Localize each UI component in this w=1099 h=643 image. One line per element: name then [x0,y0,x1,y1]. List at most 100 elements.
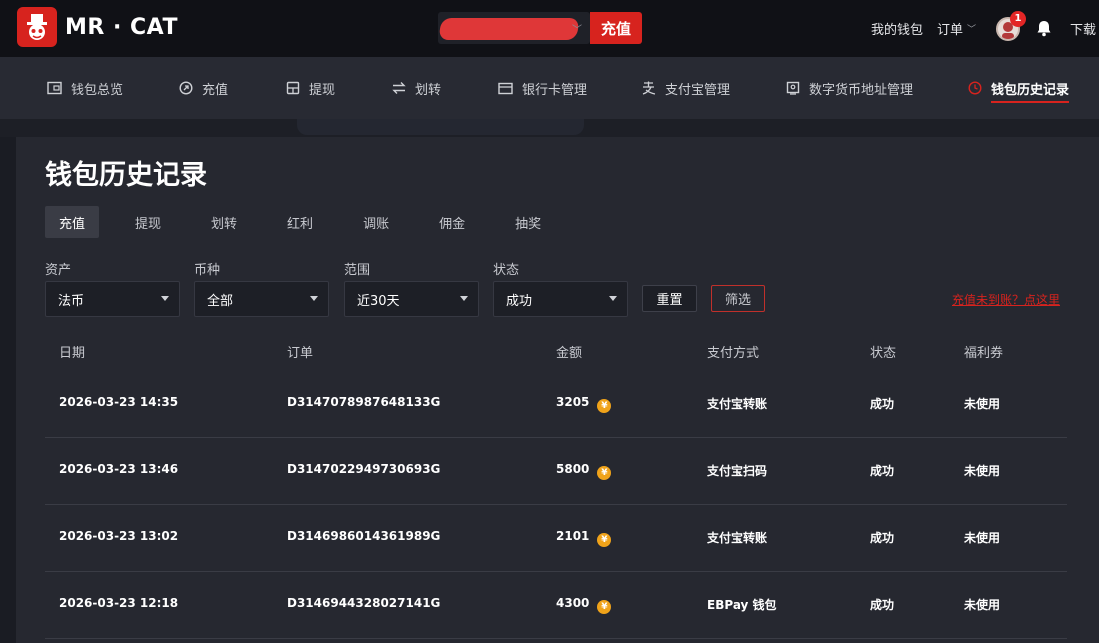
row-method: EBPay 钱包 [707,598,777,612]
wallet-nav: 钱包总览 充值 提现 划转 银行卡管理 支付宝管理 数字货币地址管理 钱包历史记… [0,57,1099,119]
amount-value: 3205 [556,395,590,409]
redacted-account [438,18,580,40]
nav-crypto-address[interactable]: 数字货币地址管理 [786,77,913,99]
nav-recharge[interactable]: 充值 [179,77,228,99]
cat-logo-icon [17,7,57,47]
tab-recharge[interactable]: 充值 [45,206,100,238]
status-label: 状态 [493,263,520,278]
table-row[interactable]: 2026-03-23 12:18 D3146944328027141G 4300… [45,572,1067,639]
nav-label: 支付宝管理 [665,82,731,98]
caret-down-icon [161,296,169,301]
table-row[interactable]: 2026-03-23 13:02 D3146986014361989G 2101… [45,505,1067,572]
nav-transfer[interactable]: 划转 [392,77,441,99]
nav-label: 钱包历史记录 [991,82,1070,98]
tab-withdraw[interactable]: 提现 [121,206,175,238]
col-order: 订单 [287,346,314,361]
recharge-button[interactable]: 充值 [590,12,642,44]
currency-value: 全部 [207,293,234,309]
tab-bonus[interactable]: 红利 [273,206,327,238]
alipay-icon [642,81,656,95]
coin-icon: ¥ [597,466,612,480]
nav-alipay[interactable]: 支付宝管理 [641,77,730,99]
withdraw-icon [286,81,300,95]
row-coupon: 未使用 [964,531,1001,545]
row-coupon: 未使用 [964,397,1001,411]
row-date: 2026-03-23 13:02 [59,529,179,543]
table-header: 日期 订单 金额 支付方式 状态 福利券 [45,335,1067,367]
history-panel: 钱包历史记录 充值 提现 划转 红利 调账 佣金 抽奖 资产 法币 币种 全部 … [16,137,1099,643]
row-order: D3147022949730693G [287,462,441,476]
row-order: D3146986014361989G [287,529,441,543]
user-avatar-button[interactable]: 1 [995,10,1026,41]
nav-label: 提现 [309,82,336,98]
active-underline [991,101,1070,103]
asset-select[interactable]: 法币 [45,281,180,317]
wallet-icon [47,81,62,95]
range-select[interactable]: 近30天 [344,281,479,317]
chevron-down-icon: ﹀ [572,24,582,36]
nav-bank-card[interactable]: 银行卡管理 [498,77,587,99]
row-coupon: 未使用 [964,598,1001,612]
nav-label: 充值 [202,82,229,98]
table-row[interactable]: 2026-03-23 13:46 D3147022949730693G 5800… [45,438,1067,505]
row-status: 成功 [870,464,895,478]
amount-value: 5800 [556,462,590,476]
my-wallet-link[interactable]: 我的钱包 [871,19,923,38]
row-method: 支付宝扫码 [707,464,768,478]
crypto-address-icon [786,81,800,95]
caret-down-icon [310,296,318,301]
caret-down-icon [609,296,617,301]
currency-select[interactable]: 全部 [194,281,329,317]
history-tabs: 充值 提现 划转 红利 调账 佣金 抽奖 [45,206,577,238]
asset-value: 法币 [58,293,85,309]
asset-label: 资产 [45,263,72,278]
brand-name: MR · CAT [65,14,178,40]
col-amount: 金额 [556,346,583,361]
table-row[interactable]: 2026-03-23 14:35 D3147078987648133G 3205… [45,371,1067,438]
orders-menu[interactable]: 订单 ﹀ [937,19,976,38]
row-method: 支付宝转账 [707,397,768,411]
nav-wallet-overview[interactable]: 钱包总览 [47,77,123,99]
row-order: D3146944328027141G [287,596,441,610]
currency-label: 币种 [194,263,221,278]
row-status: 成功 [870,531,895,545]
logo[interactable]: MR · CAT [17,7,178,47]
tab-lottery[interactable]: 抽奖 [501,206,555,238]
status-select[interactable]: 成功 [493,281,628,317]
row-order: D3147078987648133G [287,395,441,409]
page-title: 钱包历史记录 [45,160,207,191]
bell-icon[interactable] [1036,20,1052,37]
range-label: 范围 [344,263,371,278]
row-amount: 4300 ¥ [556,596,612,614]
nav-label: 划转 [415,82,442,98]
row-amount: 5800 ¥ [556,462,612,480]
nav-label: 银行卡管理 [522,82,588,98]
amount-value: 2101 [556,529,590,543]
download-link[interactable]: 下载 [1070,19,1096,38]
tab-adjustment[interactable]: 调账 [349,206,403,238]
status-value: 成功 [506,293,533,309]
row-date: 2026-03-23 12:18 [59,596,179,610]
reset-button[interactable]: 重置 [642,285,697,312]
tab-transfer[interactable]: 划转 [197,206,251,238]
col-coupon: 福利券 [964,346,1004,361]
nav-withdraw[interactable]: 提现 [286,77,335,99]
account-select[interactable]: ﹀ [438,12,590,44]
notification-badge: 1 [1009,10,1026,27]
row-coupon: 未使用 [964,464,1001,478]
row-status: 成功 [870,598,895,612]
nav-wallet-history[interactable]: 钱包历史记录 [968,77,1070,103]
filter-button[interactable]: 筛选 [711,285,765,312]
nav-label: 数字货币地址管理 [809,82,914,98]
banner-decoration [297,119,584,135]
row-method: 支付宝转账 [707,531,768,545]
transfer-icon [392,82,406,94]
history-icon [968,81,982,95]
tab-commission[interactable]: 佣金 [425,206,479,238]
bank-card-icon [498,82,513,94]
recharge-help-link[interactable]: 充值未到账？点这里 [952,291,1060,308]
col-payment-method: 支付方式 [707,346,760,361]
row-amount: 3205 ¥ [556,395,612,413]
range-value: 近30天 [357,293,400,309]
row-date: 2026-03-23 14:35 [59,395,179,409]
